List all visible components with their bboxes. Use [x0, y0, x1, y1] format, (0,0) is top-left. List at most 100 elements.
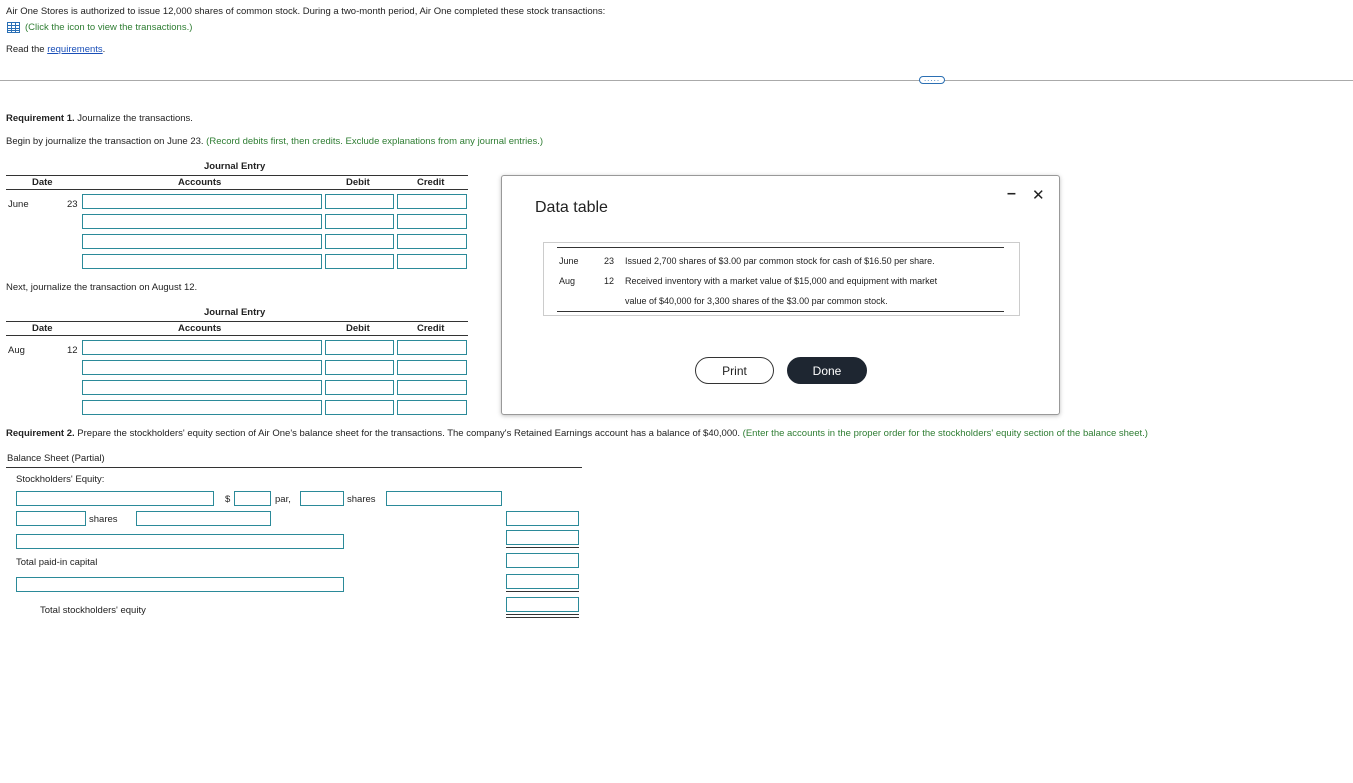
begin-text: Begin by journalize the transaction on J…	[6, 136, 204, 147]
balance-sheet-title: Balance Sheet (Partial)	[7, 453, 105, 464]
entry1-account-2[interactable]	[82, 214, 322, 229]
bs-shares-count-2[interactable]	[16, 511, 86, 526]
entry1-account-4[interactable]	[82, 254, 322, 269]
minimize-button[interactable]: –	[1007, 185, 1016, 203]
data-table-top-rule	[557, 247, 1004, 248]
entry1-credit-2[interactable]	[397, 214, 467, 229]
dollar-sign: $	[225, 494, 231, 505]
section-divider	[0, 80, 1353, 81]
entry2-credit-2[interactable]	[397, 360, 467, 375]
journal-top-rule-1	[6, 175, 468, 176]
col-accounts-1: Accounts	[178, 177, 222, 188]
journal-header-rule-2	[6, 335, 468, 336]
done-button[interactable]: Done	[787, 357, 867, 384]
requirement-1-line: Requirement 1. Journalize the transactio…	[6, 113, 193, 124]
requirement-1-text: Journalize the transactions.	[74, 113, 193, 124]
col-credit-2: Credit	[417, 323, 445, 334]
bs-amount-1[interactable]	[506, 511, 579, 526]
amount-underline-1	[506, 547, 579, 548]
total-paid-in-label: Total paid-in capital	[16, 557, 98, 568]
col-debit-2: Debit	[346, 323, 370, 334]
col-date-1: Date	[32, 177, 53, 188]
par-label: par,	[275, 494, 291, 505]
row2-text: Received inventory with a market value o…	[625, 276, 938, 286]
row2-month: Aug	[559, 276, 576, 286]
entry1-credit-4[interactable]	[397, 254, 467, 269]
read-suffix: .	[102, 44, 106, 55]
entry1-debit-3[interactable]	[325, 234, 394, 249]
requirement-2-text: Prepare the stockholders' equity section…	[74, 428, 741, 439]
journal-title-1: Journal Entry	[204, 161, 266, 172]
total-equity-label: Total stockholders' equity	[40, 605, 146, 616]
row1-text: Issued 2,700 shares of $3.00 par common …	[625, 256, 935, 266]
balance-sheet-rule	[6, 467, 582, 468]
entry1-account-1[interactable]	[82, 194, 322, 209]
data-table-icon[interactable]	[7, 22, 20, 33]
entry1-debit-4[interactable]	[325, 254, 394, 269]
bs-amount-2[interactable]	[506, 530, 579, 545]
entry1-credit-3[interactable]	[397, 234, 467, 249]
entry2-account-3[interactable]	[82, 380, 322, 395]
close-button[interactable]: ✕	[1032, 186, 1045, 204]
entry2-debit-1[interactable]	[325, 340, 394, 355]
entry2-account-2[interactable]	[82, 360, 322, 375]
entry2-day: 12	[67, 345, 78, 356]
journal-title-2: Journal Entry	[204, 307, 266, 318]
journal-header-rule-1	[6, 189, 468, 190]
entry2-account-1[interactable]	[82, 340, 322, 355]
bs-par-value[interactable]	[234, 491, 271, 506]
entry1-month: June	[8, 199, 29, 210]
col-accounts-2: Accounts	[178, 323, 222, 334]
read-requirements-line: Read the requirements.	[6, 44, 105, 55]
amount-double-underline-b	[506, 617, 579, 618]
stockholders-equity-label: Stockholders' Equity:	[16, 474, 105, 485]
col-debit-1: Debit	[346, 177, 370, 188]
bs-shares-count-1[interactable]	[300, 491, 344, 506]
bs-account-4[interactable]	[16, 577, 344, 592]
bs-account-3[interactable]	[16, 534, 344, 549]
row1-month: June	[559, 256, 579, 266]
data-table-modal: Data table – ✕ June 23 Issued 2,700 shar…	[501, 175, 1060, 415]
print-button[interactable]: Print	[695, 357, 774, 384]
shares-label-1: shares	[347, 494, 376, 505]
click-icon-text: (Click the icon to view the transactions…	[25, 22, 193, 33]
next-journalize-line: Next, journalize the transaction on Augu…	[6, 282, 198, 293]
row1-day: 23	[604, 256, 615, 266]
amount-double-underline-a	[506, 614, 579, 615]
bs-shares-desc-1[interactable]	[386, 491, 502, 506]
data-table-bottom-rule	[557, 311, 1004, 312]
entry2-account-4[interactable]	[82, 400, 322, 415]
entry1-debit-1[interactable]	[325, 194, 394, 209]
col-date-2: Date	[32, 323, 53, 334]
bs-amount-4[interactable]	[506, 574, 579, 589]
bs-amount-total[interactable]	[506, 597, 579, 612]
entry2-credit-4[interactable]	[397, 400, 467, 415]
entry2-debit-3[interactable]	[325, 380, 394, 395]
entry1-credit-1[interactable]	[397, 194, 467, 209]
entry2-credit-3[interactable]	[397, 380, 467, 395]
begin-journalize-line: Begin by journalize the transaction on J…	[6, 136, 543, 147]
modal-title: Data table	[535, 199, 608, 216]
row2-day: 12	[604, 276, 615, 286]
expand-ellipsis-button[interactable]: .....	[919, 75, 945, 84]
journal-top-rule-2	[6, 321, 468, 322]
entry2-debit-2[interactable]	[325, 360, 394, 375]
requirement-2-line: Requirement 2. Prepare the stockholders'…	[6, 428, 1148, 439]
amount-underline-2	[506, 591, 579, 592]
bs-stock-account-1[interactable]	[16, 491, 214, 506]
entry1-day: 23	[67, 199, 78, 210]
bs-account-2[interactable]	[136, 511, 271, 526]
read-prefix: Read the	[6, 44, 48, 55]
bs-amount-3[interactable]	[506, 553, 579, 568]
col-credit-1: Credit	[417, 177, 445, 188]
row2-text-cont: value of $40,000 for 3,300 shares of the…	[625, 296, 888, 306]
entry1-debit-2[interactable]	[325, 214, 394, 229]
entry1-account-3[interactable]	[82, 234, 322, 249]
entry2-credit-1[interactable]	[397, 340, 467, 355]
requirement-1-label: Requirement 1.	[6, 113, 75, 124]
shares-label-2: shares	[89, 514, 118, 525]
requirement-2-label: Requirement 2.	[6, 428, 75, 439]
intro-text: Air One Stores is authorized to issue 12…	[6, 6, 606, 17]
requirements-link[interactable]: requirements	[47, 44, 102, 55]
entry2-debit-4[interactable]	[325, 400, 394, 415]
